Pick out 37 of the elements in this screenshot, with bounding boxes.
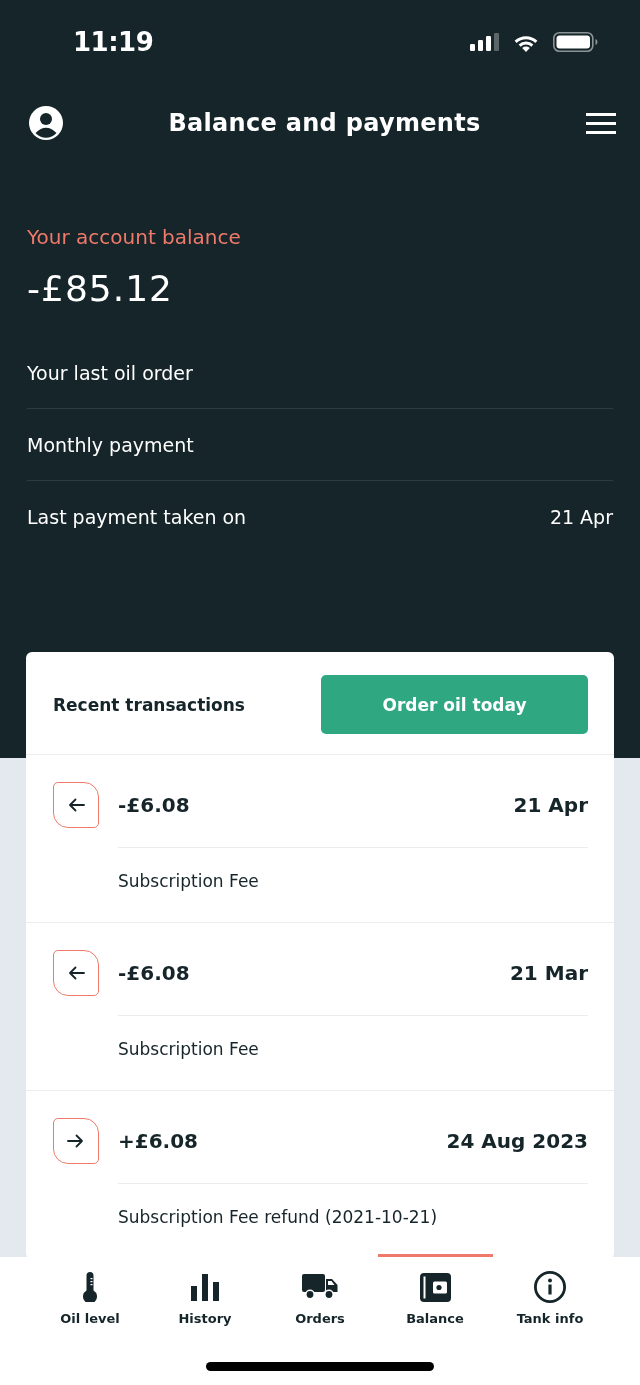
transaction-description: Subscription Fee [118, 1038, 260, 1061]
status-time: 11:19 [73, 27, 154, 57]
info-icon [534, 1271, 566, 1303]
transaction-date: 21 Apr [513, 793, 588, 817]
profile-icon [29, 106, 63, 140]
nav-tab[interactable]: Orders [262, 1254, 378, 1326]
balance-amount: -£85.12 [27, 267, 174, 311]
section-title: Recent transactions [53, 694, 245, 715]
page-title: Balance and payments [168, 109, 481, 137]
transaction-amount: +£6.08 [118, 1129, 199, 1153]
truck-icon [302, 1274, 338, 1300]
transaction-date: 21 Mar [509, 961, 588, 985]
transaction-amount: -£6.08 [118, 793, 190, 817]
detail-label: Your last oil order [27, 361, 193, 384]
nav-tab[interactable]: Tank info [492, 1254, 608, 1326]
profile-button[interactable] [29, 106, 63, 140]
menu-icon [586, 112, 616, 134]
nav-tab[interactable]: Oil level [32, 1254, 148, 1326]
transaction-description: Subscription Fee [118, 870, 260, 893]
arrow-right-icon [53, 1118, 99, 1164]
battery-icon [553, 32, 598, 52]
detail-label: Monthly payment [27, 433, 194, 456]
signal-icon [470, 33, 499, 51]
balance-label: Your account balance [27, 224, 242, 250]
transaction-amount: -£6.08 [118, 961, 190, 985]
arrow-left-icon [53, 782, 99, 828]
menu-button[interactable] [586, 112, 616, 134]
arrow-left-icon [53, 950, 99, 996]
detail-value: 21 Apr [549, 506, 613, 528]
bar-chart-icon [191, 1273, 219, 1301]
transaction-description: Subscription Fee refund (2021-10-21) [118, 1206, 439, 1229]
wallet-icon [419, 1272, 451, 1302]
thermometer-icon [82, 1272, 98, 1302]
nav-tab[interactable]: History [147, 1254, 263, 1326]
nav-tab[interactable]: Balance [377, 1254, 493, 1326]
detail-label: Last payment taken on [27, 506, 247, 528]
transaction-date: 24 Aug 2023 [446, 1129, 588, 1153]
